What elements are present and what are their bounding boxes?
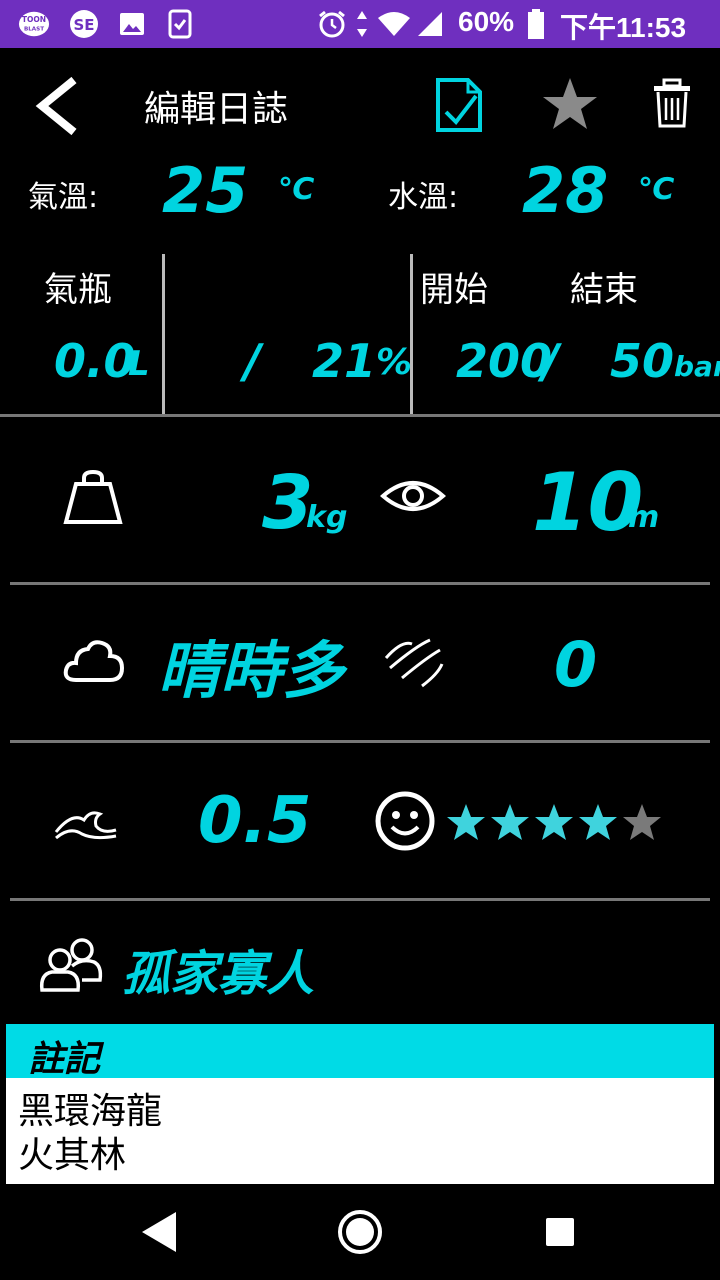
cloud-icon (62, 636, 126, 688)
back-arrow-icon (35, 76, 77, 136)
se-app-icon: SE (68, 8, 100, 40)
status-bar: TOON BLAST SE 60% 下午11:53 (0, 0, 720, 48)
air-temp-unit: ℃ (278, 172, 315, 207)
rating-star-icon[interactable] (446, 802, 486, 842)
wind-value[interactable]: 0 (554, 628, 597, 701)
tank-volume-value[interactable]: 0.0 (54, 334, 136, 388)
start-label: 開始 (420, 270, 488, 310)
divider-vertical (410, 254, 413, 414)
start-pressure-value[interactable]: 200 (456, 334, 552, 388)
water-temp-value[interactable]: 28 (522, 154, 608, 227)
toon-blast-app-icon: TOON BLAST (18, 8, 50, 40)
note-line[interactable]: 火其林 (18, 1126, 126, 1178)
rating-stars[interactable] (446, 800, 670, 844)
nav-home-button[interactable] (336, 1208, 384, 1256)
clock: 下午11:53 (560, 12, 687, 43)
oxygen-unit: % (376, 342, 413, 383)
weather-value[interactable]: 晴時多 (158, 620, 352, 710)
water-temp-unit: ℃ (638, 172, 675, 207)
alarm-icon (316, 8, 348, 40)
tank-label: 氣瓶 (44, 270, 112, 310)
battery-icon (524, 8, 548, 40)
nav-recents-button[interactable] (544, 1216, 576, 1248)
visibility-value[interactable]: 10 (532, 456, 643, 549)
smiley-icon (374, 790, 436, 852)
people-icon (38, 936, 104, 994)
weight-icon (62, 468, 124, 526)
notes-title: 註記 (28, 1039, 101, 1080)
data-arrows-icon (352, 8, 372, 40)
task-check-icon (164, 8, 196, 40)
tank-volume-unit: L (128, 344, 150, 384)
svg-text:TOON: TOON (22, 15, 46, 24)
svg-text:BLAST: BLAST (24, 27, 44, 33)
nav-back-button[interactable] (140, 1210, 180, 1254)
divider-vertical (162, 254, 165, 414)
save-button[interactable] (430, 72, 486, 136)
section-divider (10, 898, 710, 901)
gallery-icon (116, 8, 148, 40)
eye-icon (379, 476, 447, 516)
gas-mix-separator: / (244, 334, 261, 388)
end-label: 結束 (570, 270, 638, 310)
wifi-icon (376, 8, 412, 40)
wind-icon (382, 634, 446, 690)
notes-panel[interactable]: 註記 黑環海龍 火其林 (6, 1024, 714, 1184)
pressure-separator: / (542, 334, 559, 388)
end-pressure-value[interactable]: 50 (610, 334, 674, 388)
page-title: 編輯日誌 (144, 89, 289, 130)
delete-button[interactable] (650, 78, 694, 130)
square-recents-icon (546, 1218, 574, 1246)
water-temp-label: 水溫: (388, 180, 459, 215)
rating-star-icon[interactable] (578, 802, 618, 842)
favorite-button[interactable] (540, 74, 600, 134)
visibility-unit: m (628, 500, 660, 535)
battery-percent: 60% (458, 6, 515, 37)
wave-height-value[interactable]: 0.5 (198, 784, 311, 858)
rating-star-icon[interactable] (534, 802, 574, 842)
notes-header: 註記 (6, 1024, 714, 1080)
trash-icon (654, 78, 690, 128)
navigation-bar (0, 1184, 720, 1280)
pressure-unit: bar (674, 350, 720, 383)
weight-unit: kg (306, 500, 348, 535)
oxygen-value[interactable]: 21 (312, 334, 376, 388)
section-divider (0, 414, 720, 417)
air-temp-value[interactable]: 25 (162, 154, 248, 227)
home-circle-icon (338, 1210, 382, 1254)
signal-icon (414, 8, 446, 40)
buddy-value[interactable]: 孤家寡人 (122, 934, 314, 1004)
star-icon (543, 78, 597, 129)
rating-star-icon[interactable] (490, 802, 530, 842)
rating-star-icon[interactable] (622, 802, 662, 842)
section-divider (10, 582, 710, 585)
document-check-icon (436, 78, 482, 132)
air-temp-label: 氣溫: (28, 180, 99, 215)
triangle-back-icon (142, 1212, 176, 1252)
back-button[interactable] (28, 74, 88, 138)
wave-icon (54, 806, 118, 840)
section-divider (10, 740, 710, 743)
svg-text:SE: SE (73, 16, 94, 34)
